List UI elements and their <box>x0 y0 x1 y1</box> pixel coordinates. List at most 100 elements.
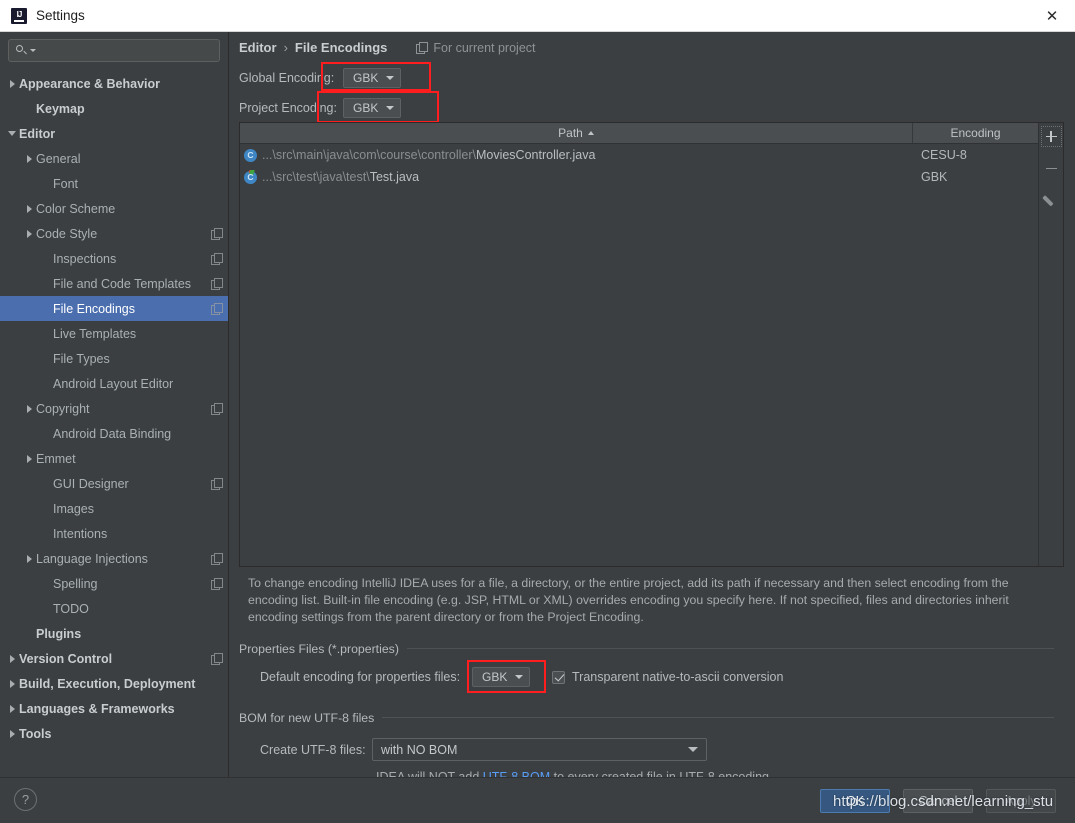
sidebar-item-file-encodings[interactable]: File Encodings <box>0 296 228 321</box>
sidebar-item-keymap[interactable]: Keymap <box>0 96 228 121</box>
search-box[interactable] <box>8 39 220 62</box>
transparent-conversion-checkbox-row[interactable]: Transparent native-to-ascii conversion <box>552 670 783 684</box>
sidebar-item-label: Images <box>53 501 94 516</box>
chevron-right-icon[interactable] <box>8 653 19 664</box>
scope-indicator: For current project <box>416 40 536 55</box>
ok-button[interactable]: OK <box>820 789 890 813</box>
sidebar-item-label: Keymap <box>36 101 85 116</box>
sidebar-item-copyright[interactable]: Copyright <box>0 396 228 421</box>
path-filename: Test.java <box>369 170 420 184</box>
chevron-down-icon <box>386 76 394 80</box>
sidebar-item-label: Inspections <box>53 251 117 266</box>
sidebar-item-color-scheme[interactable]: Color Scheme <box>0 196 228 221</box>
settings-sidebar: Appearance & Behavior Keymap Editor General… <box>0 32 229 777</box>
sidebar-item-font[interactable]: Font <box>0 171 228 196</box>
chevron-right-icon[interactable] <box>8 678 19 689</box>
global-encoding-label: Global Encoding: <box>239 71 335 85</box>
properties-encoding-dropdown[interactable]: GBK <box>472 667 530 687</box>
sidebar-item-file-and-code-templates[interactable]: File and Code Templates <box>0 271 228 296</box>
sidebar-item-label: Build, Execution, Deployment <box>19 676 196 691</box>
chevron-right-icon[interactable] <box>8 728 19 739</box>
remove-icon[interactable] <box>1041 158 1062 179</box>
chevron-right-icon[interactable] <box>25 228 36 239</box>
chevron-right-icon[interactable] <box>25 453 36 464</box>
create-utf8-dropdown[interactable]: with NO BOM <box>372 738 707 761</box>
sidebar-item-android-data-binding[interactable]: Android Data Binding <box>0 421 228 446</box>
sidebar-item-inspections[interactable]: Inspections <box>0 246 228 271</box>
edit-pencil-icon[interactable] <box>1041 190 1062 211</box>
copy-icon <box>211 403 223 415</box>
cancel-button[interactable]: Cancel <box>903 789 973 813</box>
sidebar-item-android-layout-editor[interactable]: Android Layout Editor <box>0 371 228 396</box>
path-prefix: ...\src\test\java\test\ <box>262 170 370 184</box>
chevron-right-icon[interactable] <box>25 153 36 164</box>
sidebar-item-plugins[interactable]: Plugins <box>0 621 228 646</box>
title-bar: Settings ✕ <box>0 0 1075 32</box>
transparent-conversion-checkbox[interactable] <box>552 670 565 684</box>
global-encoding-dropdown[interactable]: GBK <box>343 68 401 88</box>
add-icon[interactable] <box>1040 126 1062 147</box>
path-prefix: ...\src\main\java\com\course\controller\ <box>262 148 476 162</box>
sidebar-item-label: General <box>36 151 81 166</box>
copy-icon <box>416 42 429 54</box>
sidebar-item-gui-designer[interactable]: GUI Designer <box>0 471 228 496</box>
apply-button[interactable]: Apply <box>986 789 1056 813</box>
cell-encoding[interactable]: GBK <box>913 170 1038 184</box>
cell-encoding[interactable]: CESU-8 <box>913 148 1038 162</box>
sidebar-item-general[interactable]: General <box>0 146 228 171</box>
sidebar-item-todo[interactable]: TODO <box>0 596 228 621</box>
sidebar-item-build-execution-deployment[interactable]: Build, Execution, Deployment <box>0 671 228 696</box>
sidebar-item-label: Android Data Binding <box>53 426 172 441</box>
sidebar-item-editor[interactable]: Editor <box>0 121 228 146</box>
column-header-encoding[interactable]: Encoding <box>913 123 1038 143</box>
breadcrumb-parent[interactable]: Editor <box>239 40 277 55</box>
table-row[interactable]: ...\src\main\java\com\course\controller\… <box>240 144 1038 166</box>
breadcrumb: Editor › File Encodings For current proj… <box>239 40 536 55</box>
sidebar-item-label: Editor <box>19 126 56 141</box>
help-button[interactable]: ? <box>14 788 37 811</box>
copy-icon <box>211 253 223 265</box>
sidebar-item-language-injections[interactable]: Language Injections <box>0 546 228 571</box>
sidebar-item-label: File Types <box>53 351 110 366</box>
sidebar-item-label: Language Injections <box>36 551 148 566</box>
global-encoding-row: Global Encoding: GBK <box>239 68 401 88</box>
column-header-path[interactable]: Path <box>240 123 913 143</box>
intellij-idea-icon <box>11 7 27 24</box>
cell-path: ...\src\test\java\test\Test.java <box>240 170 913 184</box>
project-encoding-row: Project Encoding: GBK <box>239 98 401 118</box>
scope-label: For current project <box>433 40 536 55</box>
search-input[interactable] <box>36 42 213 59</box>
sidebar-item-images[interactable]: Images <box>0 496 228 521</box>
bom-group-divider <box>365 717 1054 718</box>
close-icon[interactable]: ✕ <box>1029 0 1075 31</box>
table-toolbar <box>1038 123 1063 566</box>
project-encoding-dropdown[interactable]: GBK <box>343 98 401 118</box>
sidebar-item-emmet[interactable]: Emmet <box>0 446 228 471</box>
sidebar-item-languages-frameworks[interactable]: Languages & Frameworks <box>0 696 228 721</box>
chevron-down-icon <box>386 106 394 110</box>
chevron-right-icon[interactable] <box>25 553 36 564</box>
sidebar-item-intentions[interactable]: Intentions <box>0 521 228 546</box>
project-encoding-label: Project Encoding: <box>239 101 337 115</box>
sidebar-item-label: Copyright <box>36 401 90 416</box>
table-row[interactable]: ...\src\test\java\test\Test.javaGBK <box>240 166 1038 188</box>
chevron-right-icon[interactable] <box>25 203 36 214</box>
sidebar-item-code-style[interactable]: Code Style <box>0 221 228 246</box>
settings-tree: Appearance & Behavior Keymap Editor General… <box>0 68 228 746</box>
chevron-right-icon[interactable] <box>8 78 19 89</box>
chevron-down-icon[interactable] <box>8 128 19 139</box>
sidebar-item-appearance-behavior[interactable]: Appearance & Behavior <box>0 71 228 96</box>
sidebar-item-tools[interactable]: Tools <box>0 721 228 746</box>
sidebar-item-file-types[interactable]: File Types <box>0 346 228 371</box>
chevron-right-icon[interactable] <box>25 403 36 414</box>
sidebar-item-live-templates[interactable]: Live Templates <box>0 321 228 346</box>
path-filename: MoviesController.java <box>475 148 596 162</box>
chevron-right-icon[interactable] <box>8 703 19 714</box>
sidebar-item-version-control[interactable]: Version Control <box>0 646 228 671</box>
sidebar-item-spelling[interactable]: Spelling <box>0 571 228 596</box>
